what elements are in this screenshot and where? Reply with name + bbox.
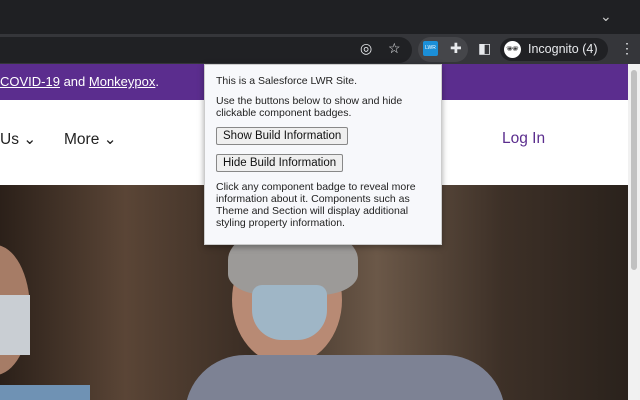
menu-kebab-icon[interactable]: ⋮: [620, 40, 634, 57]
incognito-profile-button[interactable]: 🕶 Incognito (4): [500, 38, 608, 61]
banner-text: and: [59, 74, 89, 89]
nav-label: Us: [0, 131, 19, 148]
monkeypox-link[interactable]: Monkeypox: [89, 74, 155, 89]
banner-period: .: [155, 74, 159, 89]
address-bar[interactable]: [0, 37, 412, 63]
browser-toolbar: ◎ ☆ LWR ✚ ◧ 🕶 Incognito (4) ⋮: [0, 34, 640, 64]
tab-strip: ⌄: [0, 0, 640, 34]
login-link[interactable]: Log In: [502, 130, 545, 148]
side-panel-icon[interactable]: ◧: [478, 40, 491, 57]
incognito-label: Incognito (4): [528, 42, 598, 56]
popup-instructions: Use the buttons below to show and hide c…: [216, 95, 403, 119]
extension-popup: This is a Salesforce LWR Site. Use the b…: [204, 64, 442, 245]
extensions-puzzle-icon[interactable]: ✚: [450, 40, 462, 57]
popup-footer: Click any component badge to reveal more…: [216, 181, 416, 229]
covid-link[interactable]: COVID-19: [0, 74, 60, 89]
bookmark-star-icon[interactable]: ☆: [388, 40, 401, 57]
show-build-info-button[interactable]: Show Build Information: [216, 127, 349, 145]
popup-intro: This is a Salesforce LWR Site.: [216, 75, 358, 87]
scrollbar-thumb[interactable]: [631, 70, 637, 270]
incognito-avatar-icon: 🕶: [504, 41, 521, 58]
nav-label: More: [64, 131, 100, 148]
nav-item-about-us[interactable]: Us ⌄: [0, 130, 36, 149]
tab-search-chevron-icon[interactable]: ⌄: [600, 8, 612, 25]
nav-item-more[interactable]: More ⌄: [64, 130, 117, 149]
hide-build-info-button[interactable]: Hide Build Information: [216, 154, 344, 172]
eye-off-icon[interactable]: ◎: [360, 40, 372, 57]
lwr-extension-icon[interactable]: LWR: [423, 41, 438, 56]
